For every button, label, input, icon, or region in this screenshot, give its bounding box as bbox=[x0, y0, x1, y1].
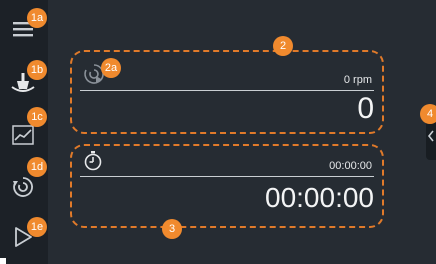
speed-unit-label: 0 rpm bbox=[343, 74, 372, 86]
speed-value: 0 bbox=[357, 92, 374, 125]
chart-icon bbox=[11, 124, 35, 146]
badge-4: 4 bbox=[420, 104, 436, 124]
chevron-left-icon bbox=[427, 129, 435, 147]
sidebar: 1a 1b 1c 1d 1e bbox=[0, 0, 48, 264]
timer-big-time: 00:00:00 bbox=[265, 182, 374, 213]
badge-2a: 2a bbox=[101, 58, 121, 78]
badge-1d: 1d bbox=[27, 157, 47, 177]
corner-notch bbox=[0, 258, 6, 264]
timer-panel: 00:00:00 00:00:00 bbox=[70, 144, 384, 228]
badge-1c: 1c bbox=[27, 107, 47, 127]
badge-1e: 1e bbox=[27, 217, 47, 237]
speed-divider bbox=[80, 90, 374, 91]
timer-small-time: 00:00:00 bbox=[329, 160, 372, 172]
app-screen: 1a 1b 1c 1d 1e 0 rpm 0 00:00:00 00:00:00… bbox=[0, 0, 436, 264]
stopwatch-icon[interactable] bbox=[82, 150, 104, 177]
badge-1b: 1b bbox=[27, 60, 47, 80]
rotation-icon bbox=[11, 175, 35, 199]
badge-3: 3 bbox=[162, 219, 182, 239]
badge-1a: 1a bbox=[27, 8, 47, 28]
timer-divider bbox=[80, 176, 374, 177]
badge-2: 2 bbox=[273, 36, 293, 56]
